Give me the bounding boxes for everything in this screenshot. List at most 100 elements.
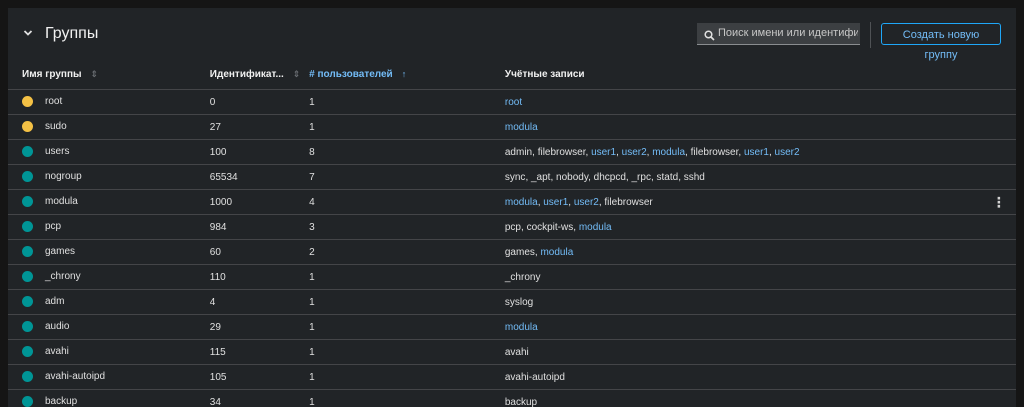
account-link[interactable]: user2 <box>574 197 599 208</box>
user-group-icon <box>22 271 33 283</box>
search-icon <box>704 28 715 41</box>
column-label-id: Идентификат... <box>209 69 284 80</box>
user-group-icon <box>22 196 33 208</box>
user-count: 1 <box>309 114 505 140</box>
accounts-cell: modula <box>504 314 982 340</box>
account-name: dhcpcd <box>593 171 626 183</box>
group-id: 34 <box>209 389 310 407</box>
accounts-cell: pcp, cockpit-ws, modula <box>504 214 982 240</box>
group-name: nogroup <box>45 171 82 183</box>
row-actions-cell <box>981 164 1016 190</box>
group-name-cell: audio <box>8 314 210 340</box>
user-group-icon <box>22 246 33 258</box>
account-link[interactable]: user2 <box>622 147 647 158</box>
row-actions-cell <box>981 214 1016 240</box>
account-name: _chrony <box>504 271 541 283</box>
accounts-cell: avahi-autoipd <box>504 364 982 390</box>
column-header-name[interactable]: Имя группы ⇕ <box>8 60 210 90</box>
row-actions-cell <box>981 389 1016 407</box>
group-id: 65534 <box>209 164 310 190</box>
group-id: 4 <box>209 289 310 315</box>
group-id: 27 <box>209 114 310 140</box>
group-name-cell: root <box>8 89 210 115</box>
accounts-cell: admin, filebrowser, user1, user2, modula… <box>504 139 982 165</box>
accounts-cell: sync, _apt, nobody, dhcpcd, _rpc, statd,… <box>504 164 982 190</box>
user-group-icon <box>22 146 33 158</box>
row-actions-cell <box>981 239 1016 265</box>
search-input[interactable] <box>717 23 858 43</box>
group-name-cell: modula <box>8 189 210 215</box>
account-link[interactable]: modula <box>540 247 573 258</box>
table-row: nogroup 65534 7 sync, _apt, nobody, dhcpcd,… <box>8 164 1016 190</box>
system-group-icon <box>22 96 33 108</box>
group-id: 60 <box>209 239 310 265</box>
account-link[interactable]: user2 <box>775 147 800 158</box>
account-name: _apt <box>531 171 551 183</box>
chevron-down-icon[interactable] <box>22 26 34 38</box>
account-name: statd <box>656 171 679 183</box>
account-name: filebrowser <box>537 146 586 158</box>
group-id: 1000 <box>209 189 310 215</box>
account-name: avahi <box>504 346 529 358</box>
row-actions-cell <box>981 89 1016 115</box>
group-name-cell: avahi-autoipd <box>8 364 210 390</box>
account-link[interactable]: user1 <box>744 147 769 158</box>
row-actions-cell: ⋮ <box>981 189 1016 215</box>
account-link[interactable]: user1 <box>591 147 616 158</box>
group-name: adm <box>45 296 65 308</box>
account-link[interactable]: modula <box>579 222 612 233</box>
card-header: Группы Создать новую группу <box>8 8 1016 61</box>
account-link[interactable]: modula <box>505 322 538 333</box>
user-count: 1 <box>309 289 505 315</box>
group-name: games <box>45 246 76 258</box>
table-row: root 0 1 root <box>8 89 1016 115</box>
column-header-id[interactable]: Идентификат... ⇕ <box>209 60 310 90</box>
group-name: avahi-autoipd <box>45 371 106 383</box>
row-actions-cell <box>981 314 1016 340</box>
table-row: games 60 2 games, modula <box>8 239 1016 265</box>
account-link[interactable]: user1 <box>543 197 568 208</box>
group-name: audio <box>45 321 70 333</box>
user-group-icon <box>22 296 33 308</box>
account-name: _rpc <box>631 171 651 183</box>
account-link[interactable]: modula <box>505 197 538 208</box>
table-body: root 0 1 root sudo 27 1 modula users 100 8 admin, f… <box>8 89 1016 407</box>
create-group-button[interactable]: Создать новую группу <box>881 23 1001 61</box>
account-name: filebrowser <box>690 146 739 158</box>
accounts-cell: backup <box>504 389 982 407</box>
accounts-cell: root <box>504 89 982 115</box>
group-id: 100 <box>209 139 310 165</box>
user-count: 1 <box>309 339 505 365</box>
sort-icon: ⇕ <box>90 69 99 79</box>
table-row: adm 4 1 syslog <box>8 289 1016 315</box>
accounts-cell: modula, user1, user2, filebrowser <box>504 189 982 215</box>
user-count: 4 <box>309 189 505 215</box>
table-row: avahi-autoipd 105 1 avahi-autoipd <box>8 364 1016 390</box>
group-name: sudo <box>45 121 67 133</box>
group-name: modula <box>45 196 78 208</box>
account-link[interactable]: modula <box>505 122 538 133</box>
column-header-user-count[interactable]: # пользователей ↑ <box>309 60 505 90</box>
accounts-cell: avahi <box>504 339 982 365</box>
account-name: avahi-autoipd <box>504 371 565 383</box>
group-name-cell: users <box>8 139 210 165</box>
group-name-cell: _chrony <box>8 264 210 290</box>
account-link[interactable]: modula <box>652 147 685 158</box>
sort-icon: ⇕ <box>292 69 301 79</box>
group-id: 110 <box>209 264 310 290</box>
user-count: 3 <box>309 214 505 240</box>
group-id: 29 <box>209 314 310 340</box>
search-box[interactable] <box>697 23 860 45</box>
account-name: cockpit-ws <box>526 221 574 233</box>
group-name-cell: nogroup <box>8 164 210 190</box>
user-group-icon <box>22 396 33 407</box>
account-name: pcp <box>504 221 521 233</box>
account-name: games <box>504 246 535 258</box>
user-count: 2 <box>309 239 505 265</box>
kebab-menu-icon[interactable]: ⋮ <box>992 194 1006 210</box>
group-name-cell: pcp <box>8 214 210 240</box>
group-name: _chrony <box>45 271 81 283</box>
account-link[interactable]: root <box>505 97 522 108</box>
group-name-cell: avahi <box>8 339 210 365</box>
user-count: 1 <box>309 89 505 115</box>
